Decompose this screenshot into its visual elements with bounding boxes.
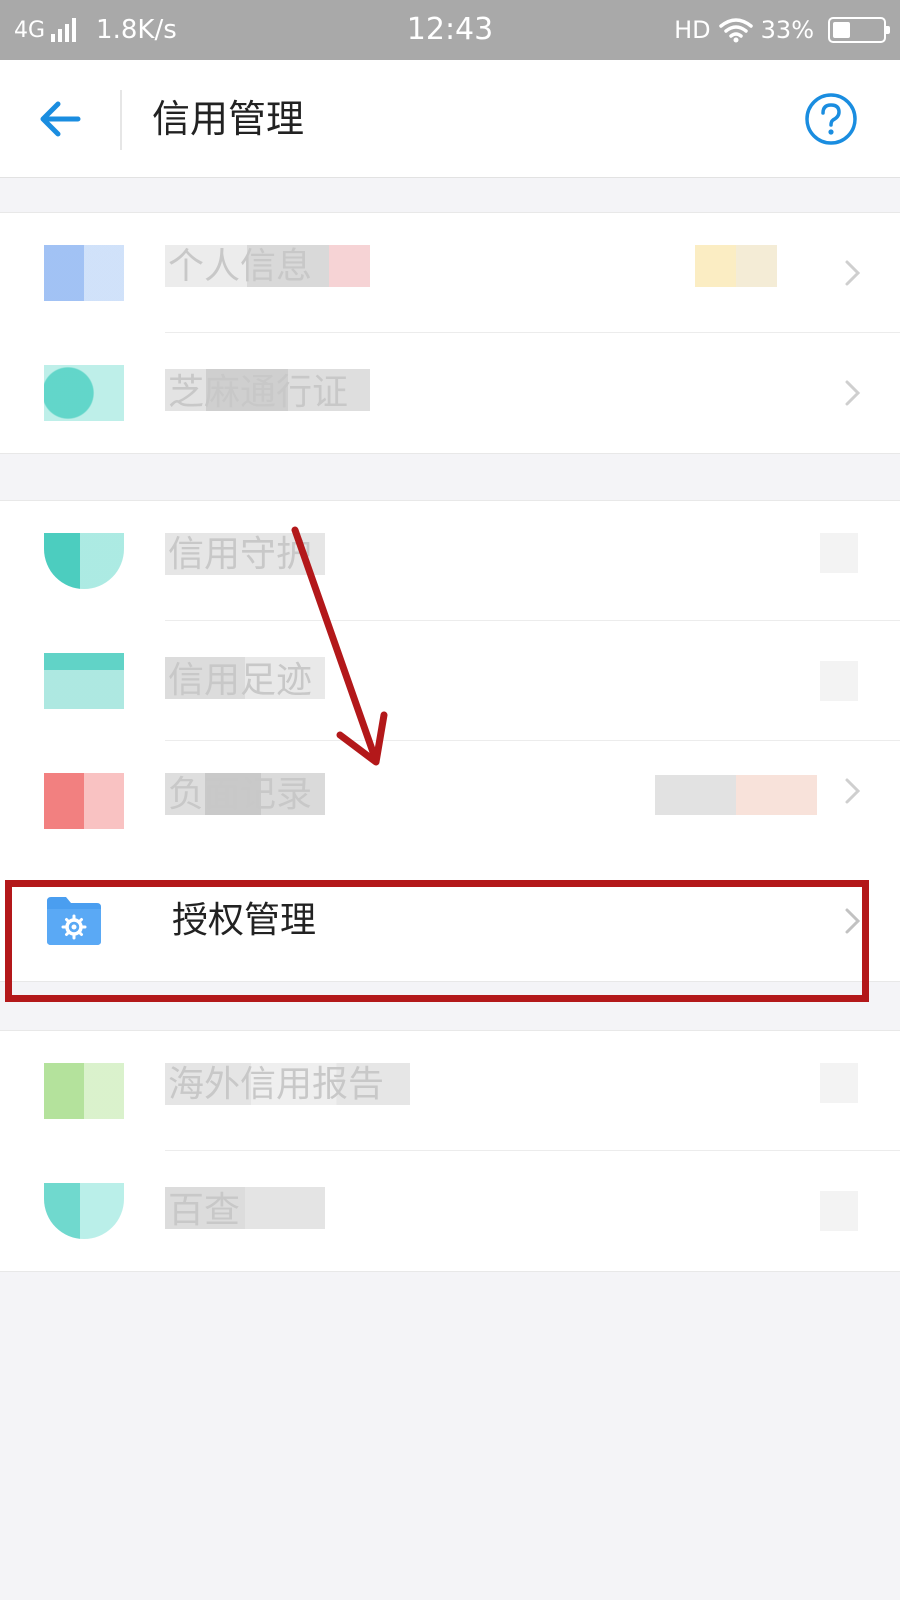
- annotation-arrow: [291, 526, 388, 766]
- annotation-highlight-box: [5, 880, 869, 1002]
